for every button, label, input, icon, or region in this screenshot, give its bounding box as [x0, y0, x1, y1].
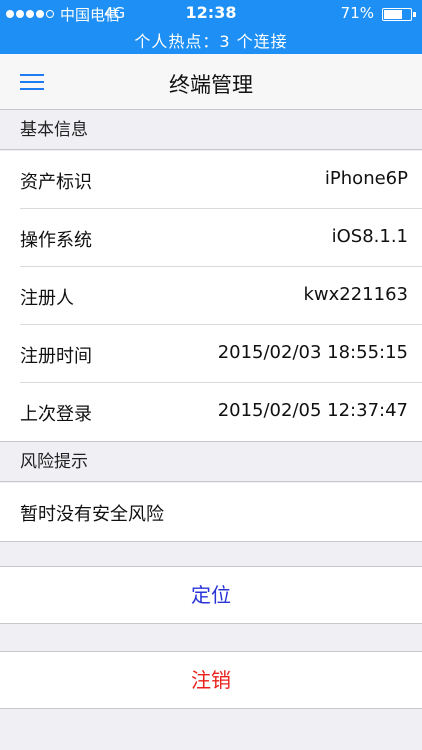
section-header-risk: 风险提示 — [0, 442, 422, 482]
risk-list: 暂时没有安全风险 — [0, 483, 422, 541]
row-value: iPhone6P — [324, 168, 408, 189]
row-label: 注册时间 — [20, 346, 92, 367]
row-value: 2015/02/05 12:37:47 — [217, 400, 408, 421]
row-label: 资产标识 — [20, 172, 92, 193]
row-value: 2015/02/03 18:55:15 — [217, 342, 408, 363]
page-title: 终端管理 — [169, 73, 253, 97]
navigation-bar: 终端管理 — [0, 54, 422, 110]
locate-button[interactable]: 定位 — [0, 566, 422, 624]
basic-info-list: 资产标识 iPhone6P 操作系统 iOS8.1.1 注册人 kwx22116… — [0, 151, 422, 441]
row-label: 操作系统 — [20, 230, 92, 251]
info-row-asset-id: 资产标识 iPhone6P — [0, 151, 422, 209]
row-label: 注册人 — [20, 288, 74, 309]
logout-button[interactable]: 注销 — [0, 651, 422, 709]
battery-percent: 71% — [340, 4, 374, 22]
info-row-last-login: 上次登录 2015/02/05 12:37:47 — [0, 383, 422, 441]
info-row-os: 操作系统 iOS8.1.1 — [0, 209, 422, 267]
battery-tip-icon — [413, 12, 416, 17]
hotspot-banner[interactable]: 个人热点：3 个连接 — [0, 28, 422, 52]
battery-icon — [382, 8, 412, 21]
info-row-register-time: 注册时间 2015/02/03 18:55:15 — [0, 325, 422, 383]
row-label: 上次登录 — [20, 404, 92, 425]
section-header-basic-info: 基本信息 — [0, 110, 422, 150]
risk-message: 暂时没有安全风险 — [20, 504, 164, 525]
row-value: iOS8.1.1 — [331, 226, 408, 247]
status-bar: 中国电信 4G 12:38 71% 个人热点：3 个连接 — [0, 0, 422, 54]
row-value: kwx221163 — [303, 284, 408, 305]
risk-message-row: 暂时没有安全风险 — [0, 483, 422, 541]
info-row-registrant: 注册人 kwx221163 — [0, 267, 422, 325]
divider — [0, 541, 422, 542]
